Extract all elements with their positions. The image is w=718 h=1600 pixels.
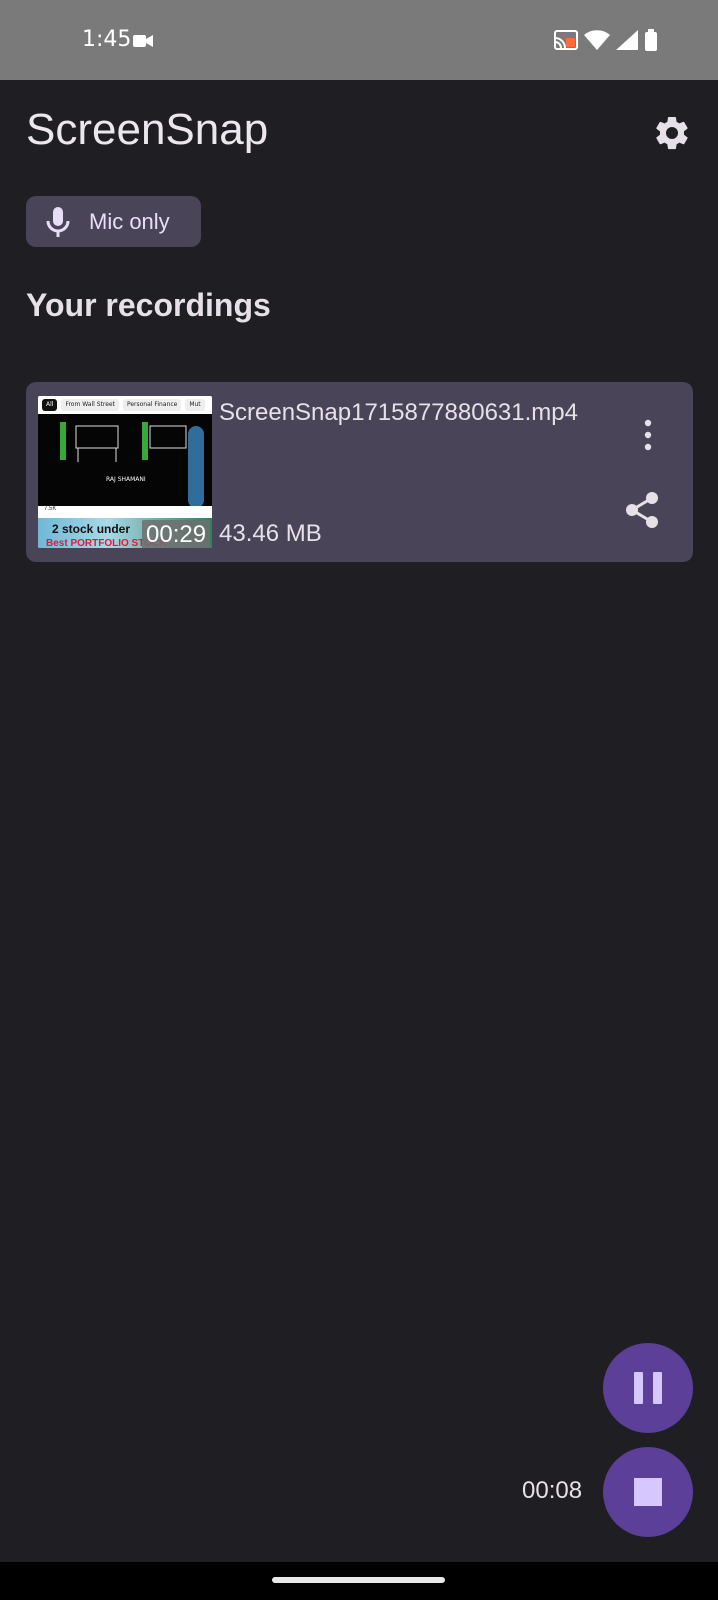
pause-icon (634, 1372, 662, 1404)
mic-only-chip[interactable]: Mic only (26, 196, 201, 247)
thumbnail-actions: 7.5K (38, 506, 212, 518)
recording-thumbnail[interactable]: All From Wall Street Personal Finance Mu… (38, 396, 212, 548)
thumbnail-tab: From Wall Street (61, 399, 119, 411)
home-gesture-handle[interactable] (272, 1577, 445, 1583)
stop-icon (634, 1478, 662, 1506)
wifi-icon (584, 30, 610, 50)
more-options-icon[interactable] (636, 418, 660, 452)
share-icon[interactable] (622, 490, 662, 530)
thumbnail-likes: 7.5K (44, 506, 57, 512)
status-bar: 1:45 (0, 0, 718, 80)
mic-only-label: Mic only (89, 208, 170, 234)
thumbnail-tabs: All From Wall Street Personal Finance Mu… (38, 396, 212, 414)
recording-duration: 00:29 (142, 520, 211, 548)
signal-icon (616, 30, 638, 50)
battery-icon (645, 29, 657, 51)
thumbnail-video-frame (38, 414, 212, 506)
gear-icon[interactable] (652, 113, 692, 153)
status-icons (554, 28, 658, 52)
thumbnail-tab: All (42, 399, 58, 411)
cast-icon (554, 30, 578, 50)
pause-recording-button[interactable] (603, 1343, 693, 1433)
recordings-heading: Your recordings (26, 287, 271, 323)
video-camera-icon (133, 35, 153, 47)
thumbnail-scrollbar (188, 426, 204, 508)
stop-recording-button[interactable] (603, 1447, 693, 1537)
thumbnail-scene (60, 422, 187, 462)
recording-timer: 00:08 (522, 1477, 583, 1504)
thumbnail-tab: Personal Finance (122, 399, 182, 411)
recording-file-name: ScreenSnap1715877880631.mp4 (219, 399, 578, 426)
thumbnail-tab: Mut (185, 399, 205, 411)
status-time: 1:45 (82, 27, 132, 52)
recording-card[interactable]: All From Wall Street Personal Finance Mu… (26, 382, 693, 562)
microphone-icon (46, 206, 70, 237)
thumbnail-ad-text: 2 stock under (52, 522, 131, 536)
thumbnail-channel: RAJ SHAMANI (106, 476, 146, 483)
recording-file-size: 43.46 MB (219, 520, 322, 547)
app-title: ScreenSnap (26, 105, 269, 154)
